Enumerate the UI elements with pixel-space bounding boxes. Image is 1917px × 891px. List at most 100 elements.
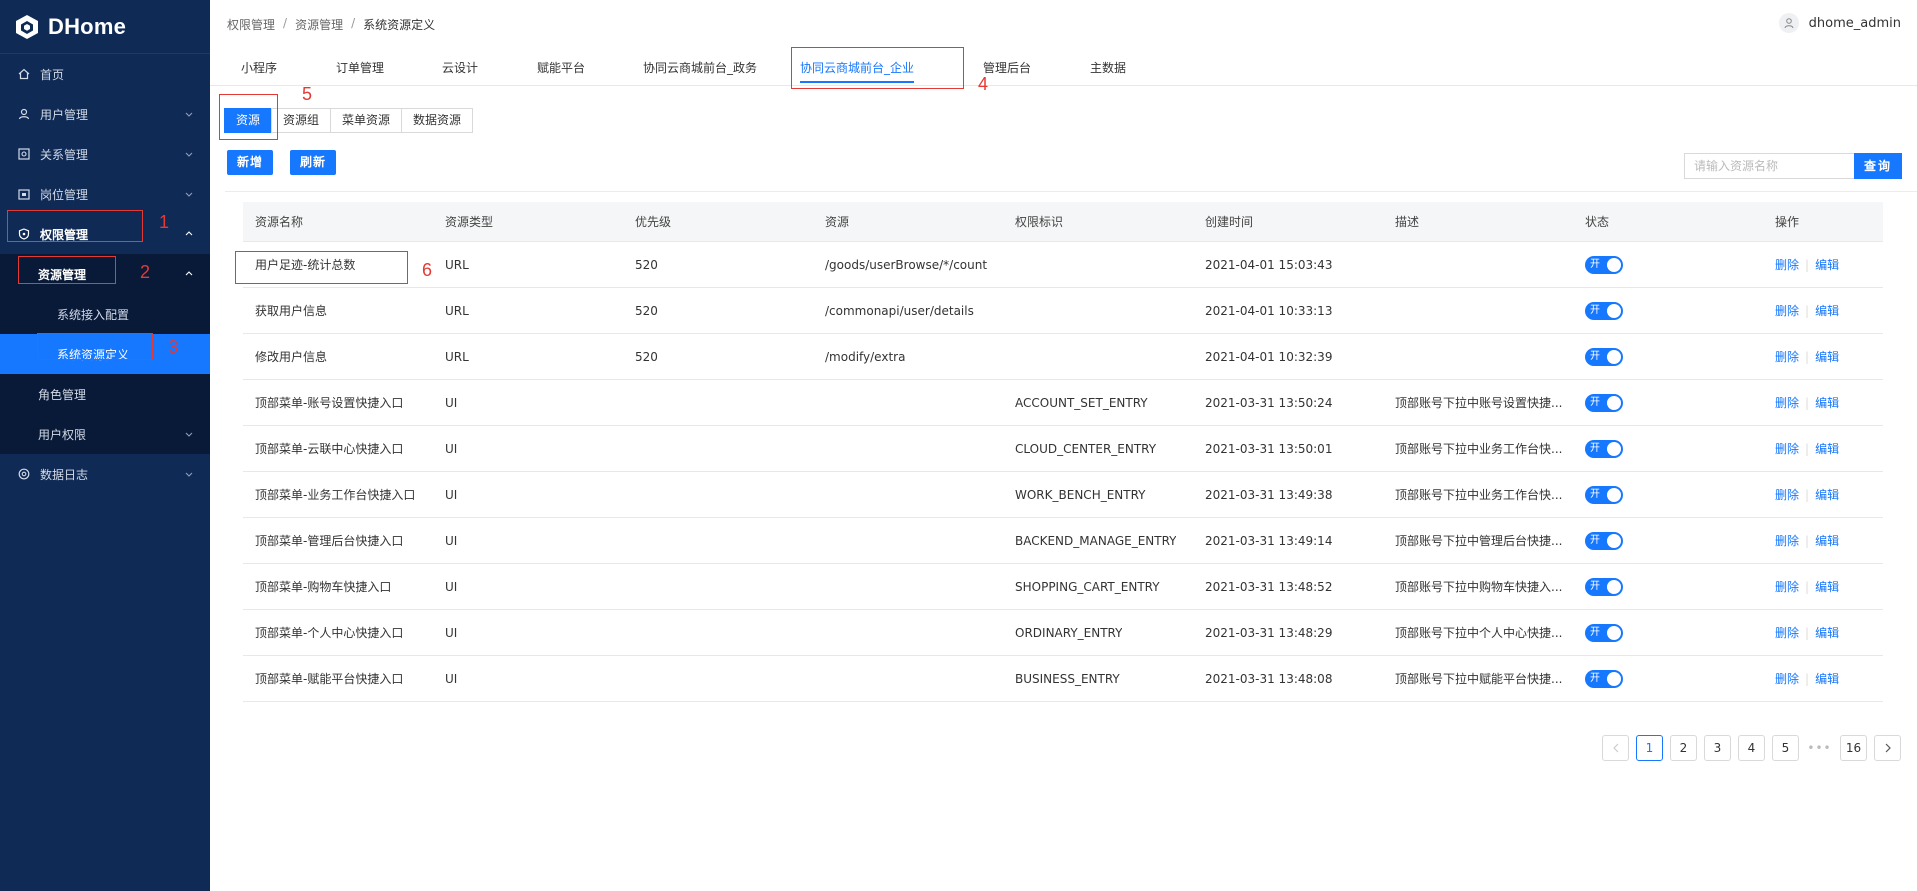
page-button[interactable]: 16 [1840, 735, 1867, 761]
cell-description: 顶部账号下拉中购物车快捷入... [1395, 580, 1563, 594]
delete-link[interactable]: 删除 [1775, 578, 1799, 595]
status-toggle[interactable]: 开 [1585, 439, 1623, 458]
sidebar-item-system-access-config[interactable]: 系统接入配置 [0, 294, 210, 334]
next-page-button[interactable] [1874, 735, 1901, 761]
edit-link[interactable]: 编辑 [1815, 440, 1839, 457]
table-row: 修改用户信息 URL 520/modify/extra 2021-04-01 10:3… [243, 334, 1883, 380]
add-button[interactable]: 新增 [227, 150, 274, 175]
subtab-resource-group[interactable]: 资源组 [271, 108, 332, 133]
cell-type: UI [445, 625, 458, 640]
status-toggle[interactable]: 开 [1585, 301, 1623, 320]
delete-link[interactable]: 删除 [1775, 486, 1799, 503]
action-separator: | [1805, 303, 1810, 318]
edit-link[interactable]: 编辑 [1815, 302, 1839, 319]
cell-priority: 520 [635, 349, 658, 364]
status-toggle[interactable]: 开 [1585, 623, 1623, 642]
cell-actions: 删除 | 编辑 [1775, 426, 1839, 471]
sidebar-item-home[interactable]: 首页 [0, 54, 210, 94]
breadcrumb-item[interactable]: 资源管理 [295, 16, 343, 33]
tab-empower-platform[interactable]: 赋能平台 [537, 50, 585, 86]
table-body: 用户足迹-统计总数 URL 520/goods/userBrowse/*/count… [243, 242, 1883, 702]
cell-actions: 删除 | 编辑 [1775, 242, 1839, 287]
status-toggle[interactable]: 开 [1585, 531, 1623, 550]
cell-description: 顶部账号下拉中业务工作台快... [1395, 488, 1563, 502]
search-button[interactable]: 查询 [1854, 153, 1902, 179]
tab-admin-backend[interactable]: 管理后台 [983, 50, 1031, 86]
table-row: 顶部菜单-购物车快捷入口 UI SHOPPING_CART_ENTRY 2021-03… [243, 564, 1883, 610]
delete-link[interactable]: 删除 [1775, 348, 1799, 365]
annotation-number: 6 [422, 260, 433, 280]
cell-actions: 删除 | 编辑 [1775, 518, 1839, 563]
delete-link[interactable]: 删除 [1775, 624, 1799, 641]
action-separator: | [1805, 533, 1810, 548]
sidebar-item-data-log[interactable]: 数据日志 [0, 454, 210, 494]
tab-mini-program[interactable]: 小程序 [241, 50, 277, 86]
prev-page-button[interactable] [1602, 735, 1629, 761]
edit-link[interactable]: 编辑 [1815, 486, 1839, 503]
status-toggle[interactable]: 开 [1585, 485, 1623, 504]
delete-link[interactable]: 删除 [1775, 302, 1799, 319]
edit-link[interactable]: 编辑 [1815, 670, 1839, 687]
delete-link[interactable]: 删除 [1775, 670, 1799, 687]
refresh-button[interactable]: 刷新 [290, 150, 337, 175]
page-button[interactable]: 2 [1670, 735, 1697, 761]
action-separator: | [1805, 487, 1810, 502]
sidebar-item-user-permissions[interactable]: 用户权限 [0, 414, 210, 454]
page-button[interactable]: 5 [1772, 735, 1799, 761]
cell-type: UI [445, 579, 458, 594]
table-row: 获取用户信息 URL 520/commonapi/user/details 2021-… [243, 288, 1883, 334]
page-button[interactable]: 1 [1636, 735, 1663, 761]
sidebar-item-role-management[interactable]: 角色管理 [0, 374, 210, 414]
page-ellipsis[interactable]: ••• [1806, 735, 1833, 761]
divider [225, 191, 1917, 192]
status-toggle[interactable]: 开 [1585, 347, 1623, 366]
cell-resource: /modify/extra [825, 349, 906, 364]
tab-order-management[interactable]: 订单管理 [336, 50, 384, 86]
delete-link[interactable]: 删除 [1775, 532, 1799, 549]
tab-mall-government[interactable]: 协同云商城前台_政务 [643, 50, 757, 86]
delete-link[interactable]: 删除 [1775, 256, 1799, 273]
page-button[interactable]: 4 [1738, 735, 1765, 761]
chevron-down-icon [185, 152, 193, 157]
chevron-down-icon [185, 472, 193, 477]
cell-name: 顶部菜单-管理后台快捷入口 [255, 534, 404, 548]
cell-status: 开 [1585, 610, 1623, 655]
delete-link[interactable]: 删除 [1775, 394, 1799, 411]
delete-link[interactable]: 删除 [1775, 440, 1799, 457]
app-logo[interactable]: DHome [0, 0, 210, 54]
cell-created: 2021-03-31 13:49:14 [1205, 533, 1333, 548]
tab-cloud-design[interactable]: 云设计 [442, 50, 478, 86]
edit-link[interactable]: 编辑 [1815, 256, 1839, 273]
edit-link[interactable]: 编辑 [1815, 578, 1839, 595]
status-toggle[interactable]: 开 [1585, 393, 1623, 412]
sidebar-item-posts[interactable]: 岗位管理 [0, 174, 210, 214]
edit-link[interactable]: 编辑 [1815, 532, 1839, 549]
edit-link[interactable]: 编辑 [1815, 624, 1839, 641]
user-menu[interactable]: dhome_admin [1778, 13, 1901, 33]
chevron-down-icon [185, 112, 193, 117]
cell-type: UI [445, 395, 458, 410]
col-header-permission-id: 权限标识 [1015, 215, 1064, 229]
cell-created: 2021-03-31 13:49:38 [1205, 487, 1333, 502]
tab-master-data[interactable]: 主数据 [1090, 50, 1126, 86]
subtab-data-resource[interactable]: 数据资源 [401, 108, 474, 133]
breadcrumb-item[interactable]: 权限管理 [227, 16, 275, 33]
search-input[interactable]: 请输入资源名称 [1684, 153, 1854, 179]
status-toggle[interactable]: 开 [1585, 577, 1623, 596]
sidebar-item-label: 关系管理 [40, 147, 89, 162]
page-button[interactable]: 3 [1704, 735, 1731, 761]
annotation-box [7, 210, 143, 242]
sidebar-item-users[interactable]: 用户管理 [0, 94, 210, 134]
edit-link[interactable]: 编辑 [1815, 348, 1839, 365]
cell-created: 2021-03-31 13:50:24 [1205, 395, 1333, 410]
status-toggle[interactable]: 开 [1585, 255, 1623, 274]
cell-actions: 删除 | 编辑 [1775, 656, 1839, 701]
status-toggle[interactable]: 开 [1585, 669, 1623, 688]
subtab-menu-resource[interactable]: 菜单资源 [330, 108, 403, 133]
sidebar-item-relations[interactable]: 关系管理 [0, 134, 210, 174]
annotation-box [791, 47, 964, 89]
cell-type: UI [445, 533, 458, 548]
col-header-priority: 优先级 [635, 215, 672, 229]
edit-link[interactable]: 编辑 [1815, 394, 1839, 411]
cell-description: 顶部账号下拉中赋能平台快捷... [1395, 672, 1563, 686]
